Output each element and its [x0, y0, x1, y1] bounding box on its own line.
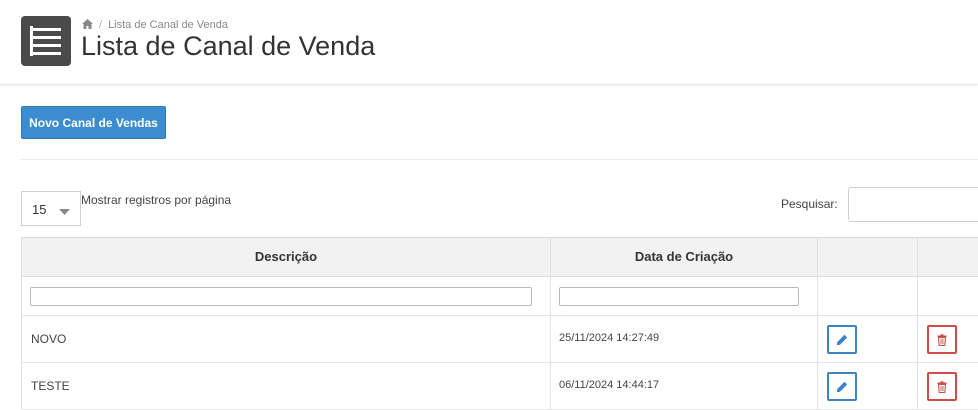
- pencil-icon: [836, 381, 848, 393]
- trash-icon: [937, 381, 947, 393]
- delete-button[interactable]: [927, 325, 957, 354]
- column-header-data-criacao[interactable]: Data de Criação: [550, 238, 817, 276]
- page-title: Lista de Canal de Venda: [81, 31, 376, 61]
- page-size-label: Mostrar registros por página: [81, 193, 232, 207]
- page-size-value: 15: [32, 202, 47, 217]
- chevron-down-icon: [59, 204, 70, 219]
- search-label: Pesquisar:: [781, 197, 838, 211]
- cell-data-criacao: 25/11/2024 14:27:49: [559, 332, 660, 344]
- home-icon[interactable]: [82, 18, 93, 32]
- column-header-delete: [917, 238, 978, 276]
- filter-data-criacao-input[interactable]: [559, 287, 799, 306]
- search-input[interactable]: [848, 187, 978, 222]
- table-header-row: Descrição Data de Criação: [21, 237, 978, 277]
- table-filter-row: [21, 277, 978, 316]
- page-size-select[interactable]: 15: [21, 191, 81, 226]
- divider: [21, 159, 978, 160]
- edit-button[interactable]: [827, 325, 857, 354]
- pencil-icon: [836, 334, 848, 346]
- trash-icon: [937, 334, 947, 346]
- breadcrumb: / Lista de Canal de Venda: [82, 18, 228, 32]
- column-header-descricao[interactable]: Descrição: [21, 238, 550, 276]
- page-header: / Lista de Canal de Venda Lista de Canal…: [0, 0, 978, 85]
- breadcrumb-separator: /: [99, 19, 103, 31]
- edit-button[interactable]: [827, 372, 857, 401]
- new-sales-channel-button[interactable]: Novo Canal de Vendas: [21, 106, 166, 139]
- table-row: TESTE 06/11/2024 14:44:17: [21, 363, 978, 410]
- filter-descricao-input[interactable]: [30, 287, 532, 306]
- cell-descricao: NOVO: [31, 332, 67, 346]
- cell-data-criacao: 06/11/2024 14:44:17: [559, 379, 660, 391]
- column-header-edit: [817, 238, 917, 276]
- delete-button[interactable]: [927, 372, 957, 401]
- breadcrumb-current: Lista de Canal de Venda: [108, 19, 228, 31]
- cell-descricao: TESTE: [31, 379, 70, 393]
- table-row: NOVO 25/11/2024 14:27:49: [21, 316, 978, 363]
- list-icon: [21, 16, 71, 66]
- sales-channel-table: Descrição Data de Criação NOVO 25/11/202…: [21, 237, 978, 410]
